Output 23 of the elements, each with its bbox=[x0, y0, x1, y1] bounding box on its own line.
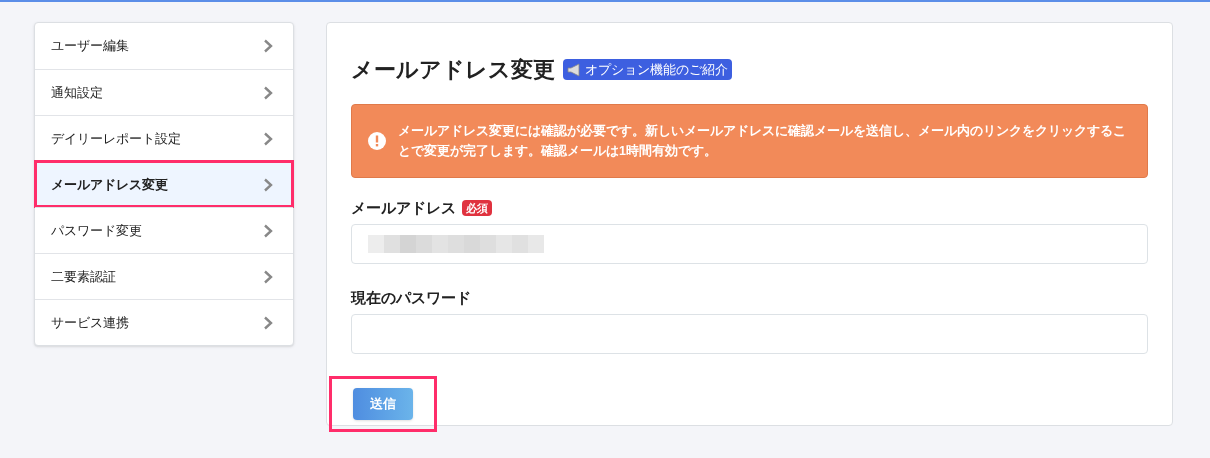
option-link-badge[interactable]: オプション機能のご紹介 bbox=[563, 58, 732, 81]
chevron-right-icon bbox=[263, 177, 273, 192]
field-label: 現在のパスワード bbox=[351, 287, 471, 308]
chevron-right-icon bbox=[263, 269, 273, 284]
megaphone-icon bbox=[567, 62, 583, 77]
input-field[interactable] bbox=[351, 224, 1148, 264]
exclamation-icon bbox=[368, 132, 386, 150]
input-field[interactable] bbox=[351, 314, 1148, 354]
chevron-right-icon bbox=[263, 315, 273, 330]
chevron-right-icon bbox=[263, 39, 273, 53]
menu-item[interactable]: 二要素認証 bbox=[35, 253, 293, 299]
chevron-right-icon bbox=[263, 223, 273, 238]
page-title: メールアドレス変更 bbox=[351, 56, 555, 84]
chevron-right-icon bbox=[263, 85, 273, 100]
menu-item[interactable]: サービス連携 bbox=[35, 299, 293, 345]
menu-item[interactable]: パスワード変更 bbox=[35, 207, 293, 253]
field-label: メールアドレス bbox=[351, 197, 456, 218]
alert-text: メールアドレス変更には確認が必要です。新しいメールアドレスに確認メールを送信し、メール内のリンクをクリックすることで変更が完了します。確認メールは1時間有効です。 bbox=[398, 122, 1127, 160]
required-badge: 必須 bbox=[462, 199, 492, 217]
chevron-right-icon bbox=[263, 131, 273, 146]
menu-item[interactable]: 通知設定 bbox=[35, 69, 293, 115]
menu-item[interactable]: メールアドレス変更 bbox=[35, 161, 293, 207]
menu-item[interactable]: ユーザー編集 bbox=[35, 23, 293, 69]
